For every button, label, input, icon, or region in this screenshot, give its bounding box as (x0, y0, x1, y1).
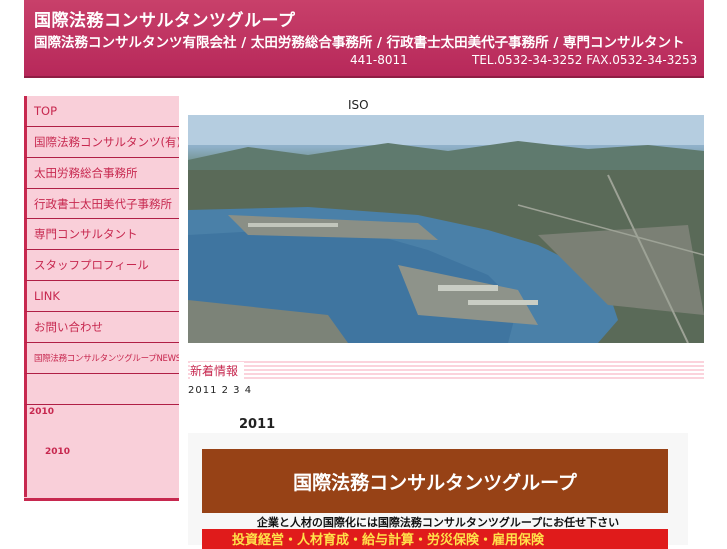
aerial-port-illustration (188, 115, 704, 343)
sidebar-nav: TOP 国際法務コンサルタンツ(有) 太田労務総合事務所 行政書士太田美代子事務… (24, 96, 179, 501)
year-heading: 2011 (239, 417, 276, 432)
sidebar-item-consultant[interactable]: 専門コンサルタント (24, 219, 179, 250)
sidebar-item-staff-profile[interactable]: スタッフプロフィール (24, 250, 179, 281)
site-subtitle: 国際法務コンサルタンツ有限会社 / 太田労務総合事務所 / 行政書士太田美代子事… (34, 35, 685, 51)
site-title[interactable]: 国際法務コンサルタンツグループ (34, 6, 295, 31)
hero-aerial-photo (188, 115, 704, 343)
archive-section: 2010 2010 (24, 405, 179, 497)
sidebar-item-kokusai-houmu[interactable]: 国際法務コンサルタンツ(有) (24, 127, 179, 158)
sidebar-item-label: TOP (34, 104, 58, 118)
sidebar-item-top[interactable]: TOP (24, 96, 179, 127)
postal-code: 441-8011 (350, 53, 408, 67)
sidebar-item-label: 専門コンサルタント (34, 227, 138, 241)
sidebar-item-gyousei-shoshi[interactable]: 行政書士太田美代子事務所 (24, 189, 179, 219)
banner-title: 国際法務コンサルタンツグループ (202, 449, 668, 513)
sidebar-item-label: 国際法務コンサルタンツグループNEWS (34, 354, 179, 364)
banner-services-strip: 投資経営・人材育成・給与計算・労災保険・雇用保険 (202, 529, 668, 549)
archive-month-link[interactable]: 2010 (45, 447, 70, 457)
news-section-header: 新着情報 (188, 359, 704, 381)
sidebar-item-label: スタッフプロフィール (34, 258, 149, 272)
sidebar-item-label: LINK (34, 289, 60, 303)
sidebar-item-label: 行政書士太田美代子事務所 (34, 196, 172, 211)
sidebar-item-contact[interactable]: お問い合わせ (24, 312, 179, 343)
news-date-links[interactable]: 2011 2 3 4 (188, 385, 252, 396)
sidebar-item-link[interactable]: LINK (24, 281, 179, 312)
sidebar-item-news[interactable]: 国際法務コンサルタンツグループNEWS (24, 343, 179, 374)
contact-info: TEL.0532-34-3252 FAX.0532-34-3253 (472, 53, 698, 67)
group-banner[interactable]: 国際法務コンサルタンツグループ 企業と人材の国際化には国際法務コンサルタンツグル… (188, 433, 688, 549)
banner-tagline: 企業と人材の国際化には国際法務コンサルタンツグループにお任せ下さい (256, 516, 620, 529)
sidebar-item-label: 太田労務総合事務所 (34, 166, 138, 180)
iso-label: ISO (348, 98, 369, 112)
sidebar-item-ota-roumu[interactable]: 太田労務総合事務所 (24, 158, 179, 189)
sidebar-item-empty[interactable] (24, 374, 179, 405)
archive-year-link[interactable]: 2010 (29, 407, 54, 417)
site-header: 国際法務コンサルタンツグループ 国際法務コンサルタンツ有限会社 / 太田労務総合… (24, 0, 704, 76)
news-title: 新着情報 (190, 362, 245, 379)
sidebar-item-label: お問い合わせ (34, 320, 103, 334)
sidebar-item-label: 国際法務コンサルタンツ(有) (34, 135, 179, 149)
